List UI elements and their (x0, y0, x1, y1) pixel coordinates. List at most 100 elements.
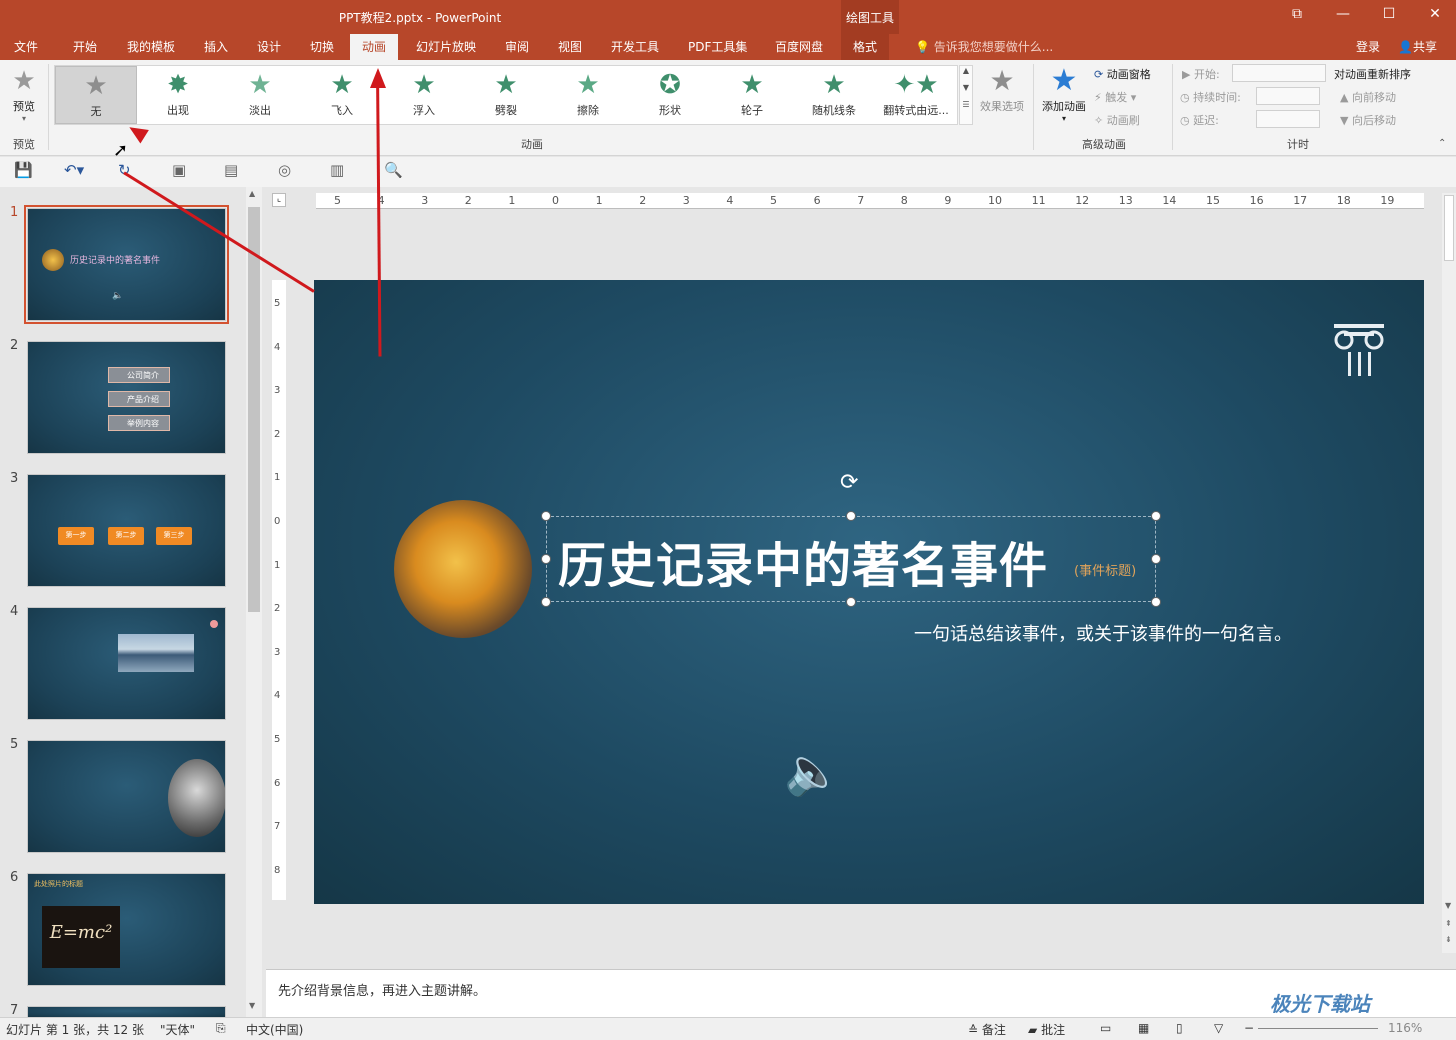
animation-pane-button[interactable]: ⟳ 动画窗格 (1094, 66, 1151, 82)
slideshow-view-icon[interactable]: ▽ (1214, 1021, 1223, 1035)
slideshow-icon[interactable]: ▥ (330, 161, 344, 179)
slide-thumbnail-3[interactable]: 第一步 第二步 第三步 (27, 474, 226, 587)
undo-icon[interactable]: ↶▾ (64, 161, 84, 179)
slide-canvas[interactable]: ⟳ 历史记录中的著名事件 (事件标题) 一句话总结该事件，或关于该事件的一句名言… (314, 280, 1424, 904)
animation-split[interactable]: ★ 劈裂 (465, 66, 547, 124)
resize-handle[interactable] (846, 511, 856, 521)
scroll-down-icon[interactable]: ▼ (249, 1001, 255, 1010)
tab-file[interactable]: 文件 (14, 38, 38, 55)
scroll-up-icon[interactable]: ▲ (960, 66, 972, 75)
delay-input[interactable] (1256, 110, 1320, 128)
move-earlier-button[interactable]: ▲ 向前移动 (1340, 89, 1396, 105)
tab-review[interactable]: 审阅 (505, 38, 529, 55)
resize-handle[interactable] (846, 597, 856, 607)
close-button[interactable]: ✕ (1412, 6, 1456, 22)
trigger-button[interactable]: ⚡ 触发 ▾ (1094, 89, 1136, 105)
animation-group-label: 动画 (521, 138, 543, 151)
animation-random-bars[interactable]: ★ 随机线条 (793, 66, 875, 124)
tab-pdf-tools[interactable]: PDF工具集 (688, 38, 747, 55)
clock-icon: ◷ (1180, 91, 1190, 104)
tab-home[interactable]: 开始 (73, 38, 97, 55)
tab-stop-selector[interactable]: ⌞ (272, 193, 286, 207)
tab-baidu-netdisk[interactable]: 百度网盘 (775, 38, 823, 55)
animation-none[interactable]: ★ 无 (55, 66, 137, 124)
move-later-button[interactable]: ▼ 向后移动 (1340, 112, 1396, 128)
leaf-image[interactable] (394, 500, 532, 638)
thumbnail-scrollbar[interactable]: ▲ ▼ (246, 187, 262, 1017)
gallery-more-icon[interactable]: ☰ (960, 100, 972, 109)
zoom-out-icon[interactable]: − (1244, 1021, 1254, 1035)
preview-button[interactable]: ★ 预览 ▾ (4, 64, 44, 128)
tab-slideshow[interactable]: 幻灯片放映 (416, 38, 476, 55)
slide-thumbnail-1[interactable]: 历史记录中的著名事件 🔈 (24, 205, 229, 324)
print-preview-icon[interactable]: 🔍 (384, 161, 403, 179)
resize-handle[interactable] (541, 511, 551, 521)
animation-wipe[interactable]: ★ 擦除 (547, 66, 629, 124)
minimize-button[interactable]: — (1320, 6, 1366, 22)
slide-thumbnail-2[interactable]: 公司简介 产品介绍 举例内容 (27, 341, 226, 454)
slide-thumbnail-6[interactable]: 此处照片的标题 E=mc² (27, 873, 226, 986)
textbox-icon[interactable]: ▤ (224, 161, 238, 179)
tab-insert[interactable]: 插入 (204, 38, 228, 55)
duration-input[interactable] (1256, 87, 1320, 105)
preview-star-icon: ★ (12, 66, 36, 96)
notes-text[interactable]: 先介绍背景信息，再进入主题讲解。 (278, 980, 486, 999)
tab-my-templates[interactable]: 我的模板 (127, 38, 175, 55)
reading-view-icon[interactable]: ▯ (1176, 1021, 1183, 1035)
tab-transitions[interactable]: 切换 (310, 38, 334, 55)
tab-format[interactable]: 格式 (841, 34, 890, 60)
tab-animations[interactable]: 动画 (350, 34, 399, 60)
zoom-slider[interactable] (1258, 1028, 1378, 1029)
animation-painter-button[interactable]: ✧ 动画刷 (1094, 112, 1140, 128)
tell-me-search[interactable]: 💡 告诉我您想要做什么... (915, 38, 1053, 55)
scroll-down-icon[interactable]: ▼ (1445, 901, 1451, 910)
slide-thumbnail-5[interactable] (27, 740, 226, 853)
resize-handle[interactable] (541, 554, 551, 564)
present-icon[interactable]: ◎ (278, 161, 291, 179)
next-slide-icon[interactable]: ⇟ (1445, 935, 1452, 944)
add-animation-button[interactable]: ★ 添加动画 ▾ (1038, 64, 1090, 124)
tab-design[interactable]: 设计 (257, 38, 281, 55)
comments-button[interactable]: ▰ 批注 (1028, 1021, 1065, 1038)
spellcheck-icon[interactable]: ⎘ (216, 1021, 226, 1036)
scroll-down-icon[interactable]: ▼ (960, 83, 972, 92)
animation-appear[interactable]: ✸ 出现 (137, 66, 219, 124)
scrollbar-thumb[interactable] (248, 207, 260, 612)
slide-thumbnail-4[interactable] (27, 607, 226, 720)
resize-handle[interactable] (1151, 554, 1161, 564)
start-dropdown[interactable] (1232, 64, 1326, 82)
slide-sorter-icon[interactable]: ▦ (1138, 1021, 1149, 1035)
scrollbar-thumb[interactable] (1444, 195, 1454, 261)
scroll-up-icon[interactable]: ▲ (249, 189, 255, 198)
maximize-button[interactable]: ☐ (1366, 6, 1412, 22)
tab-developer[interactable]: 开发工具 (611, 38, 659, 55)
resize-handle[interactable] (541, 597, 551, 607)
zoom-level[interactable]: 116% (1388, 1021, 1422, 1035)
previous-slide-icon[interactable]: ⇞ (1445, 919, 1452, 928)
login-button[interactable]: 登录 (1356, 38, 1380, 55)
save-icon[interactable]: 💾 (14, 161, 33, 179)
gallery-scroll[interactable]: ▲ ▼ ☰ (959, 65, 973, 125)
tab-view[interactable]: 视图 (558, 38, 582, 55)
resize-handle[interactable] (1151, 597, 1161, 607)
collapse-ribbon-icon[interactable]: ⌃ (1438, 138, 1446, 149)
effect-options-button[interactable]: ★ 效果选项 (976, 64, 1028, 114)
lightbulb-icon: 💡 (915, 40, 930, 54)
animation-wheel[interactable]: ★ 轮子 (711, 66, 793, 124)
rotate-handle-icon[interactable]: ⟳ (840, 470, 858, 495)
restore-ribbon-icon[interactable]: ⧉ (1274, 6, 1320, 22)
slide-title[interactable]: 历史记录中的著名事件 (558, 526, 1048, 596)
animation-grow-turn[interactable]: ✦★ 翻转式由远... (875, 66, 957, 124)
layout-icon[interactable]: ▣ (172, 161, 186, 179)
animation-shape[interactable]: ✪ 形状 (629, 66, 711, 124)
slide-subtitle[interactable]: 一句话总结该事件，或关于该事件的一句名言。 (914, 620, 1292, 646)
language[interactable]: 中文(中国) (246, 1021, 303, 1038)
share-button[interactable]: 👤共享 (1398, 38, 1437, 55)
resize-handle[interactable] (1151, 511, 1161, 521)
animation-float-in[interactable]: ★ 浮入 (383, 66, 465, 124)
notes-button[interactable]: ≙ 备注 (968, 1021, 1006, 1038)
normal-view-icon[interactable]: ▭ (1100, 1021, 1111, 1035)
animation-fade[interactable]: ★ 淡出 (219, 66, 301, 124)
editor-scrollbar[interactable]: ▼ ⇞ ⇟ (1442, 193, 1456, 953)
speaker-icon[interactable]: 🔈 (784, 744, 841, 799)
